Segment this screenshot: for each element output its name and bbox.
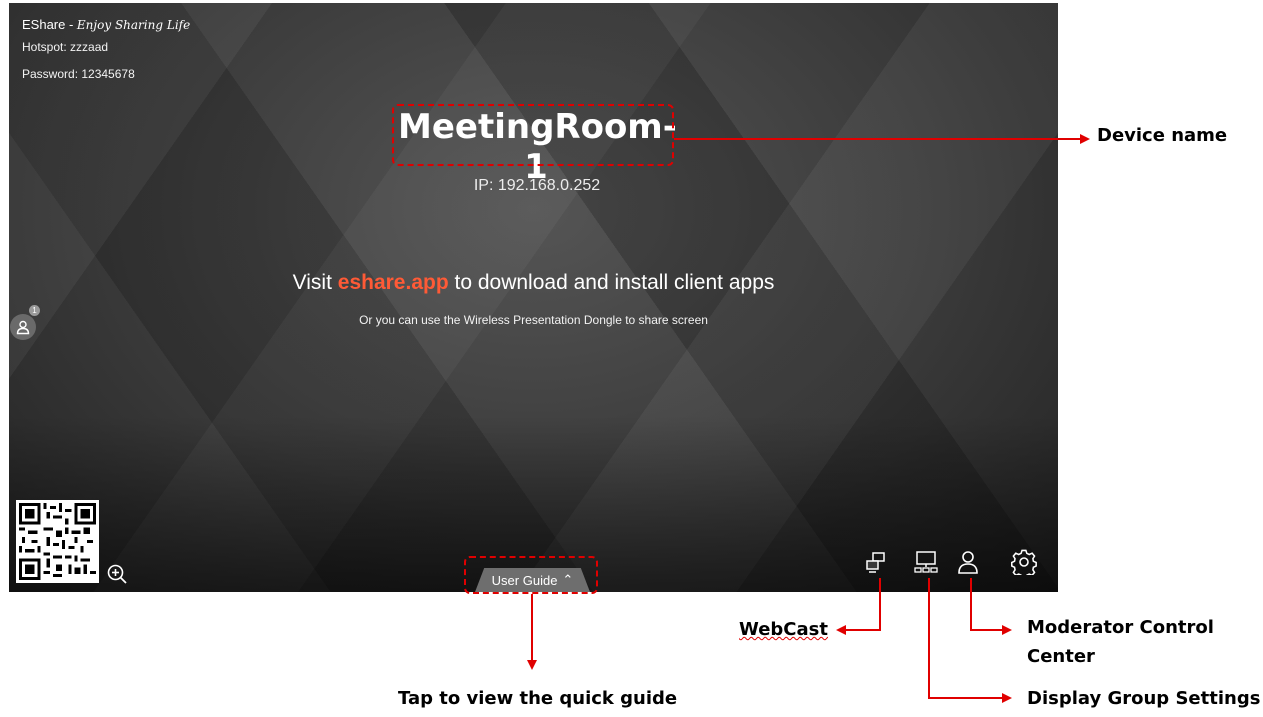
- device-name-label: Device name: [1097, 125, 1228, 146]
- connected-users-button[interactable]: [10, 314, 36, 340]
- display-group-icon: [914, 551, 938, 573]
- webcast-icon: [866, 552, 885, 573]
- visit-suffix: to download and install client apps: [448, 271, 775, 294]
- webcast-label: WebCast: [739, 619, 828, 640]
- zoom-in-icon[interactable]: [106, 563, 128, 585]
- user-guide-highlight: [464, 556, 598, 594]
- dongle-instruction: Or you can use the Wireless Presentation…: [359, 313, 708, 327]
- ip-address: IP: 192.168.0.252: [473, 177, 601, 194]
- display-group-label: Display Group Settings: [1027, 688, 1261, 709]
- eshare-link[interactable]: eshare.app: [338, 271, 449, 294]
- brand-name: EShare -: [22, 17, 77, 32]
- user-count-badge: 1: [29, 305, 40, 316]
- qr-code-image: [19, 503, 96, 580]
- moderator-label-line2: Center: [1027, 646, 1095, 667]
- user-icon: [16, 320, 30, 335]
- moderator-label-line1: Moderator Control: [1027, 617, 1214, 638]
- qr-code: [16, 500, 99, 583]
- moderator-icon: [958, 551, 978, 574]
- device-name-highlight: [392, 104, 674, 166]
- brand-tagline: Enjoy Sharing Life: [76, 18, 191, 32]
- eshare-home-screen: EShare - Enjoy Sharing Life Hotspot: zzz…: [9, 3, 1058, 592]
- moderator-button[interactable]: [952, 546, 984, 578]
- settings-button[interactable]: [1008, 546, 1040, 578]
- password-info: Password: 12345678: [22, 67, 135, 81]
- settings-icon: [1011, 549, 1037, 575]
- quick-guide-label: Tap to view the quick guide: [398, 688, 678, 709]
- visit-prefix: Visit: [292, 271, 338, 294]
- download-instruction: Visit eshare.app to download and install…: [9, 271, 1058, 295]
- hotspot-info: Hotspot: zzzaad: [22, 40, 109, 54]
- brand-header: EShare - Enjoy Sharing Life: [22, 17, 190, 32]
- webcast-button[interactable]: [860, 546, 892, 578]
- display-group-button[interactable]: [910, 546, 942, 578]
